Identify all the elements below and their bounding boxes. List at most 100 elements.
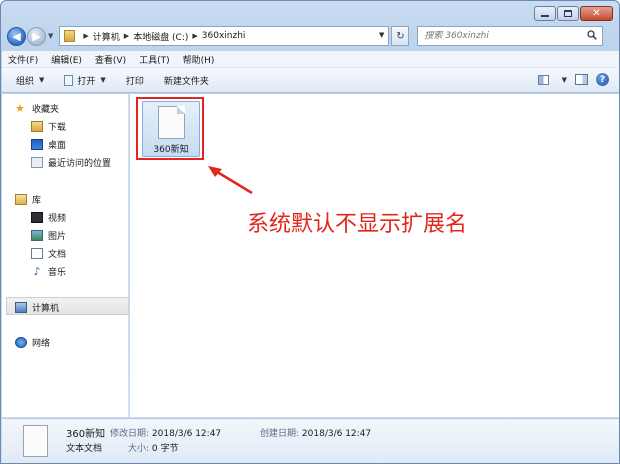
- annotation-arrow-icon: [208, 166, 253, 195]
- details-created-label: 创建日期:: [260, 429, 300, 439]
- details-size-value: 0 字节: [151, 444, 179, 454]
- explorer-window: ✕ ◀ ▶ ▼ ▶ 计算机 ▶ 本地磁盘 (C:) ▶ 360xinzhi ▼ …: [0, 0, 620, 464]
- print-label: 打印: [125, 76, 144, 87]
- refresh-button[interactable]: ↻: [391, 26, 410, 46]
- nav-pictures[interactable]: 图片: [31, 229, 66, 242]
- folder-icon: [64, 30, 76, 42]
- nav-network[interactable]: 网络: [15, 336, 50, 349]
- recent-places-icon: [31, 157, 43, 168]
- annotation-highlight-box: [136, 97, 204, 160]
- nav-recent[interactable]: 最近访问的位置: [31, 156, 111, 169]
- minimize-button[interactable]: [534, 6, 556, 21]
- forward-icon: ▶: [32, 29, 41, 43]
- print-button[interactable]: 打印: [126, 74, 144, 87]
- nav-documents[interactable]: 文档: [31, 247, 66, 260]
- forward-button[interactable]: ▶: [27, 26, 46, 46]
- organize-label: 组织: [16, 76, 35, 87]
- nav-libraries-label: 库: [32, 196, 42, 206]
- nav-music[interactable]: ♪ 音乐: [31, 265, 66, 278]
- details-pane: 360新知 修改日期: 2018/3/6 12:47 创建日期: 2018/3/…: [2, 418, 619, 463]
- close-icon: ✕: [592, 7, 601, 19]
- recent-pages-dropdown[interactable]: ▼: [48, 32, 53, 40]
- menu-tools[interactable]: 工具(T): [139, 53, 170, 66]
- details-modified-value: 2018/3/6 12:47: [151, 429, 222, 439]
- video-icon: [31, 212, 43, 223]
- text-file-icon: [23, 425, 48, 457]
- search-input[interactable]: [424, 31, 585, 41]
- nav-videos[interactable]: 视频: [31, 211, 66, 224]
- chevron-right-icon[interactable]: ▶: [83, 32, 88, 40]
- breadcrumb-local-disk[interactable]: 本地磁盘 (C:): [133, 30, 188, 43]
- details-created: 创建日期: 2018/3/6 12:47: [260, 426, 371, 439]
- nav-pictures-label: 图片: [48, 232, 67, 242]
- nav-favorites-label: 收藏夹: [32, 105, 60, 115]
- organize-button[interactable]: 组织 ▼: [16, 74, 44, 87]
- view-controls: ▼ ?: [537, 73, 609, 86]
- nav-videos-label: 视频: [48, 214, 67, 224]
- details-modified: 修改日期: 2018/3/6 12:47: [110, 426, 221, 439]
- nav-music-label: 音乐: [48, 268, 67, 278]
- details-size: 大小: 0 字节: [128, 441, 179, 454]
- navigation-pane: ★ 收藏夹 下载 桌面 最近访问的位置 库 视频 图片 文档 ♪ 音乐 计算机 …: [2, 94, 129, 417]
- back-button[interactable]: ◀: [7, 26, 26, 46]
- views-dropdown-icon[interactable]: ▼: [562, 76, 567, 84]
- menu-help[interactable]: 帮助(H): [183, 53, 215, 66]
- nav-libraries[interactable]: 库: [15, 193, 41, 206]
- details-modified-label: 修改日期:: [110, 429, 150, 439]
- search-box[interactable]: [417, 26, 604, 46]
- caption-buttons: ✕: [534, 6, 613, 21]
- nav-documents-label: 文档: [48, 250, 67, 260]
- network-icon: [15, 337, 27, 348]
- open-label: 打开: [77, 76, 96, 87]
- chevron-right-icon[interactable]: ▶: [124, 32, 129, 40]
- navigation-bar: ◀ ▶ ▼ ▶ 计算机 ▶ 本地磁盘 (C:) ▶ 360xinzhi ▼ ↻: [7, 25, 613, 47]
- views-icon[interactable]: [537, 74, 549, 85]
- desktop-icon: [31, 139, 43, 150]
- refresh-icon: ↻: [396, 30, 405, 42]
- downloads-folder-icon: [31, 121, 43, 132]
- nav-computer-label: 计算机: [32, 304, 60, 314]
- libraries-icon: [15, 194, 27, 205]
- pictures-icon: [31, 230, 43, 241]
- maximize-button[interactable]: [557, 6, 579, 21]
- preview-pane-icon[interactable]: [575, 74, 588, 85]
- music-icon: ♪: [33, 265, 41, 278]
- search-icon[interactable]: [587, 30, 598, 40]
- new-folder-button[interactable]: 新建文件夹: [164, 74, 209, 87]
- back-icon: ◀: [12, 29, 21, 43]
- menu-bar: 文件(F) 编辑(E) 查看(V) 工具(T) 帮助(H): [2, 51, 619, 68]
- details-created-value: 2018/3/6 12:47: [301, 429, 372, 439]
- nav-recent-label: 最近访问的位置: [48, 159, 112, 169]
- documents-icon: [31, 248, 43, 259]
- nav-downloads[interactable]: 下载: [31, 120, 66, 133]
- menu-view[interactable]: 查看(V): [95, 53, 126, 66]
- star-icon: ★: [15, 102, 25, 115]
- details-size-label: 大小:: [128, 444, 150, 454]
- chevron-right-icon[interactable]: ▶: [192, 32, 197, 40]
- menu-file[interactable]: 文件(F): [8, 53, 38, 66]
- computer-icon: [15, 302, 27, 313]
- open-icon: [64, 74, 74, 86]
- nav-desktop[interactable]: 桌面: [31, 138, 66, 151]
- breadcrumb-folder[interactable]: 360xinzhi: [202, 31, 246, 41]
- nav-downloads-label: 下载: [48, 123, 67, 133]
- menu-edit[interactable]: 编辑(E): [51, 53, 82, 66]
- address-bar[interactable]: ▶ 计算机 ▶ 本地磁盘 (C:) ▶ 360xinzhi ▼: [59, 26, 390, 46]
- nav-network-label: 网络: [32, 339, 51, 349]
- details-type: 文本文档: [66, 444, 103, 454]
- file-list: 360新知 系统默认不显示扩展名: [130, 94, 619, 417]
- nav-desktop-label: 桌面: [48, 141, 67, 151]
- open-button[interactable]: 打开 ▼: [64, 74, 106, 87]
- address-dropdown-icon[interactable]: ▼: [379, 31, 384, 39]
- close-button[interactable]: ✕: [580, 6, 613, 21]
- breadcrumb-computer[interactable]: 计算机: [93, 30, 120, 43]
- chevron-down-icon: ▼: [39, 76, 45, 84]
- chevron-down-icon: ▼: [100, 76, 106, 84]
- nav-favorites[interactable]: ★ 收藏夹: [15, 102, 59, 115]
- details-file-name: 360新知: [66, 429, 106, 440]
- maximize-icon: [564, 10, 572, 17]
- help-icon[interactable]: ?: [596, 73, 609, 86]
- annotation-text: 系统默认不显示扩展名: [247, 212, 468, 237]
- nav-computer[interactable]: 计算机: [15, 301, 59, 314]
- minimize-icon: [541, 15, 549, 17]
